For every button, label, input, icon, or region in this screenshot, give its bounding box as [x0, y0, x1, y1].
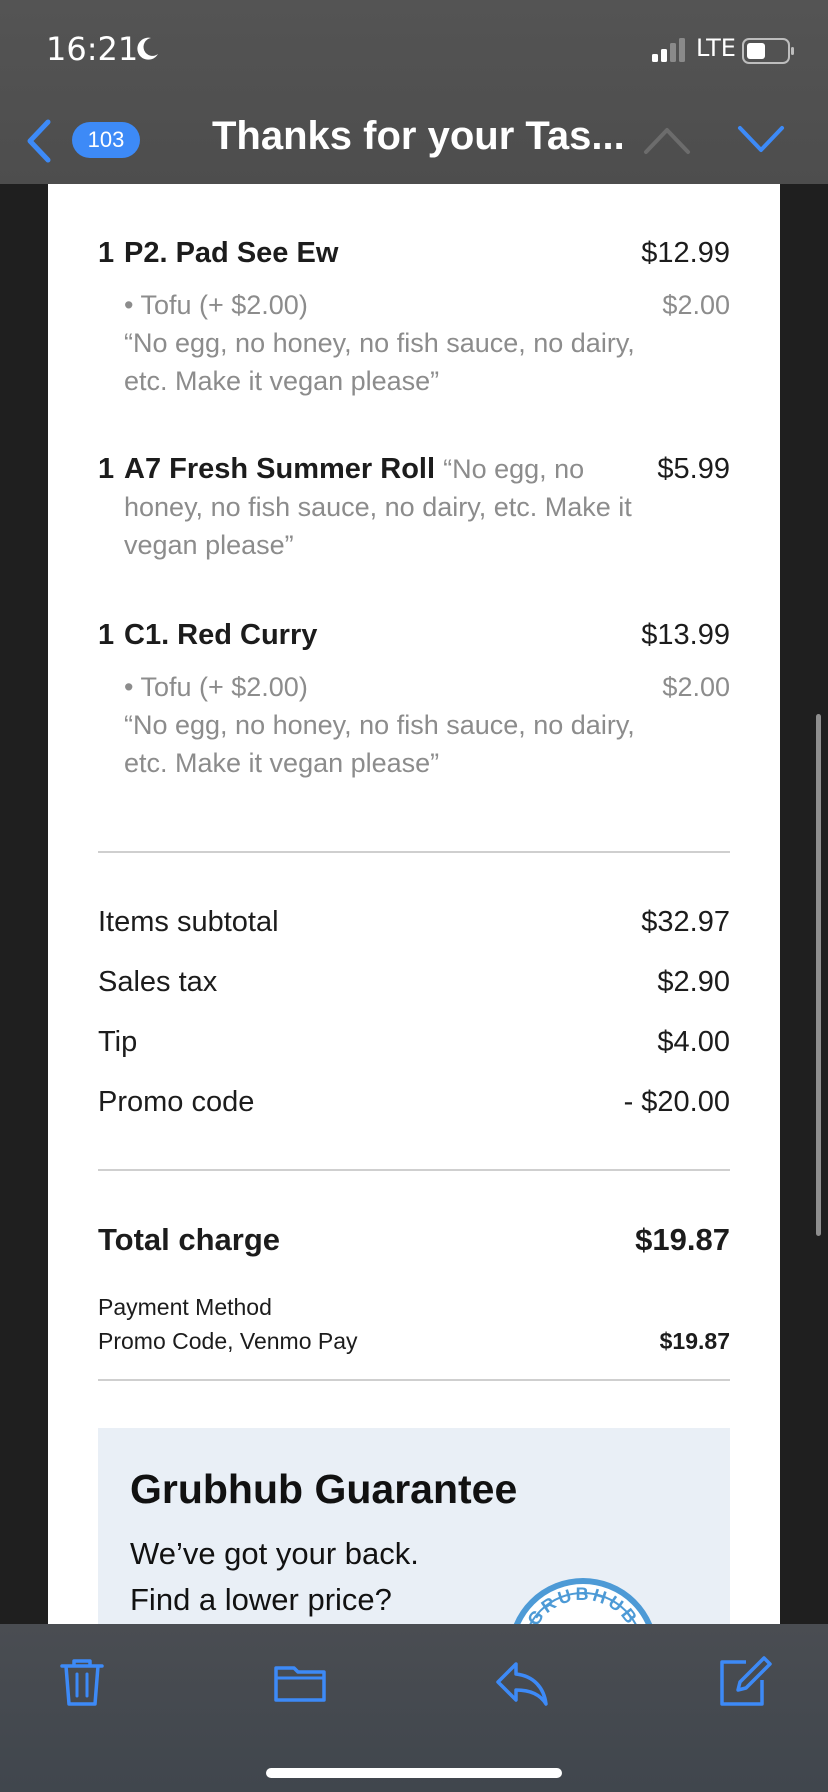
- bottom-toolbar: [0, 1624, 828, 1792]
- item-note: “No egg, no honey, no fish sauce, no dai…: [124, 328, 635, 396]
- network-label: LTE: [696, 34, 736, 62]
- item-note: “No egg, no honey, no fish sauce, no dai…: [124, 710, 635, 778]
- summary-row-promo: Promo code - $20.00: [98, 1082, 730, 1122]
- option-price: $2.00: [662, 672, 730, 702]
- moon-icon: [137, 37, 158, 60]
- item-option: • Tofu (+ $2.00) $2.00: [98, 286, 730, 324]
- divider: [98, 851, 730, 853]
- summary-row-tax: Sales tax $2.90: [98, 962, 730, 1002]
- item-header: 1 C1. Red Curry $13.99: [98, 616, 730, 654]
- top-bar: 16:21 LTE 103 Thanks for your Tas...: [0, 0, 828, 184]
- option-price: $2.00: [662, 290, 730, 320]
- order-item: 1 C1. Red Curry $13.99 • Tofu (+ $2.00) …: [98, 616, 730, 782]
- summary-label: Items subtotal: [98, 906, 279, 938]
- summary-label: Tip: [98, 1026, 138, 1058]
- guarantee-title: Grubhub Guarantee: [130, 1466, 518, 1512]
- battery-icon: [742, 38, 794, 64]
- summary-row-tip: Tip $4.00: [98, 1022, 730, 1062]
- guarantee-line: Find a lower price?: [130, 1582, 392, 1617]
- item-note: honey, no fish sauce, no dairy, etc. Mak…: [124, 492, 632, 560]
- summary-value: $4.00: [657, 1026, 730, 1058]
- signal-icon: [652, 38, 685, 62]
- item-header: 1 P2. Pad See Ew $12.99: [98, 234, 730, 272]
- item-name: C1. Red Curry: [124, 619, 318, 651]
- option-label: • Tofu (+ $2.00): [124, 672, 308, 702]
- item-price: $5.99: [657, 453, 730, 485]
- guarantee-seal-icon: GRUBHUB: [513, 1578, 653, 1624]
- summary-row-subtotal: Items subtotal $32.97: [98, 902, 730, 942]
- back-chevron-icon[interactable]: [22, 118, 54, 164]
- divider: [98, 1169, 730, 1171]
- status-time: 16:21: [46, 30, 139, 68]
- home-indicator[interactable]: [266, 1768, 562, 1778]
- item-name: A7 Fresh Summer Roll: [124, 453, 436, 485]
- reply-icon[interactable]: [494, 1654, 550, 1710]
- grubhub-guarantee-banner[interactable]: Grubhub Guarantee We’ve got your back. F…: [98, 1428, 730, 1624]
- divider: [98, 1379, 730, 1381]
- item-quantity: 1: [98, 237, 115, 269]
- email-body: 1 P2. Pad See Ew $12.99 • Tofu (+ $2.00)…: [48, 184, 780, 1624]
- summary-label: Sales tax: [98, 966, 218, 998]
- total-charge-row: Total charge $19.87: [98, 1222, 730, 1258]
- folder-icon[interactable]: [272, 1654, 328, 1710]
- item-note-start: “No egg, no: [443, 454, 585, 484]
- item-option: • Tofu (+ $2.00) $2.00: [98, 668, 730, 706]
- order-item: 1 P2. Pad See Ew $12.99 • Tofu (+ $2.00)…: [98, 234, 730, 400]
- item-price: $13.99: [641, 619, 730, 651]
- previous-message-chevron-icon[interactable]: [642, 122, 692, 158]
- option-label: • Tofu (+ $2.00): [124, 290, 308, 320]
- order-item: 1 A7 Fresh Summer Roll “No egg, no $5.99…: [98, 450, 730, 564]
- total-label: Total charge: [98, 1222, 281, 1257]
- item-price: $12.99: [641, 237, 730, 269]
- message-subject: Thanks for your Tas...: [212, 114, 625, 158]
- payment-heading: Payment Method: [98, 1294, 272, 1320]
- trash-icon[interactable]: [54, 1654, 110, 1710]
- scrollbar-thumb[interactable]: [816, 714, 821, 1236]
- summary-label: Promo code: [98, 1086, 255, 1118]
- item-header: 1 A7 Fresh Summer Roll “No egg, no $5.99: [98, 450, 730, 488]
- total-value: $19.87: [635, 1222, 730, 1257]
- payment-method: Payment Method Promo Code, Venmo Pay $19…: [98, 1290, 730, 1358]
- summary-value: $2.90: [657, 966, 730, 998]
- guarantee-line: We’ve got your back.: [130, 1536, 419, 1571]
- next-message-chevron-icon[interactable]: [736, 122, 786, 158]
- payment-method-value: Promo Code, Venmo Pay: [98, 1328, 358, 1354]
- summary-value: - $20.00: [623, 1086, 730, 1118]
- compose-icon[interactable]: [716, 1654, 772, 1710]
- item-name: P2. Pad See Ew: [124, 237, 339, 269]
- summary-value: $32.97: [641, 906, 730, 938]
- unread-count-badge[interactable]: 103: [72, 122, 140, 158]
- item-quantity: 1: [98, 453, 115, 485]
- payment-amount: $19.87: [659, 1328, 730, 1354]
- item-quantity: 1: [98, 619, 115, 651]
